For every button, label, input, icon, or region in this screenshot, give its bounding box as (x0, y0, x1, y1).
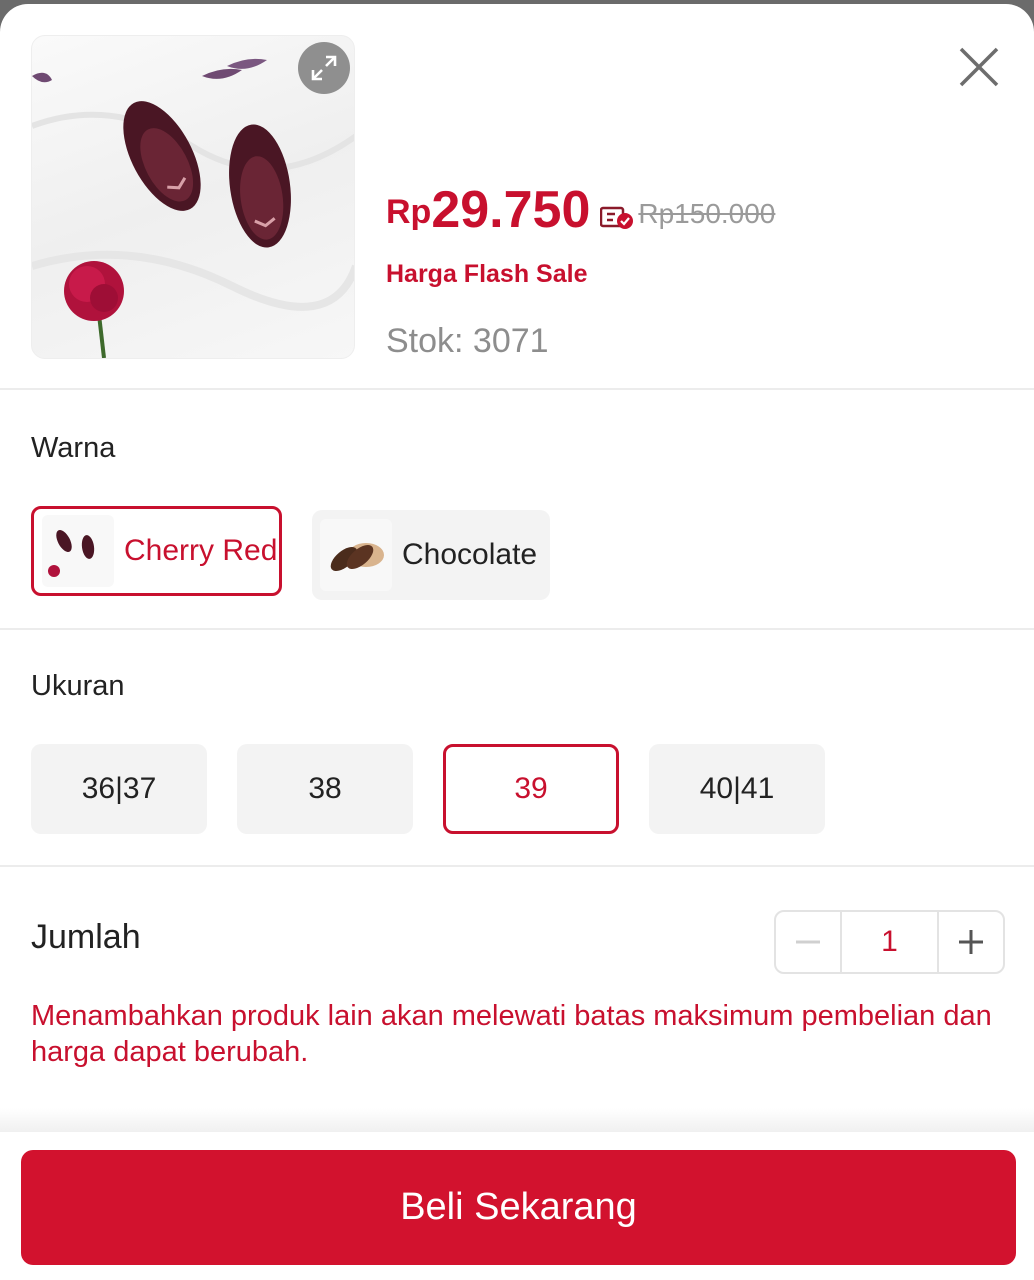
purchase-limit-warning: Menambahkan produk lain akan melewati ba… (31, 1000, 992, 1068)
quantity-title: Jumlah (31, 918, 141, 956)
size-option-label: 36|37 (81, 772, 157, 805)
expand-icon (311, 55, 337, 81)
size-option-38[interactable]: 38 (237, 744, 413, 834)
size-option-label: 40|41 (699, 772, 775, 805)
size-option-36-37[interactable]: 36|37 (31, 744, 207, 834)
close-button[interactable] (956, 44, 1002, 90)
cherry-red-thumbnail (42, 515, 114, 587)
size-option-39[interactable]: 39 (443, 744, 619, 834)
color-option-label: Chocolate (402, 538, 538, 571)
size-option-40-41[interactable]: 40|41 (649, 744, 825, 834)
voucher-check-icon (600, 206, 634, 229)
divider (0, 628, 1034, 630)
size-option-label: 38 (308, 772, 342, 805)
color-option-label: Cherry Red (124, 534, 278, 567)
price-row: Rp 29.750 Rp150.000 (386, 184, 775, 236)
price-currency: Rp (386, 193, 432, 231)
quantity-stepper: 1 (774, 910, 1005, 974)
size-option-label: 39 (514, 772, 548, 805)
quantity-value[interactable]: 1 (840, 912, 939, 972)
color-option-cherry-red[interactable]: Cherry Red (31, 506, 282, 596)
footer-shadow (0, 1108, 1034, 1132)
expand-image-button[interactable] (298, 42, 350, 94)
variant-bottom-sheet: Rp 29.750 Rp150.000 Harga Flash Sale Sto… (0, 4, 1034, 1280)
minus-icon (796, 940, 820, 944)
divider (0, 865, 1034, 867)
stock-count: Stok: 3071 (386, 322, 549, 360)
plus-icon (959, 930, 983, 954)
original-price: Rp150.000 (638, 198, 776, 229)
chocolate-thumbnail (320, 519, 392, 591)
decrement-button[interactable] (776, 912, 840, 972)
flash-sale-label: Harga Flash Sale (386, 260, 588, 288)
size-section-title: Ukuran (31, 670, 125, 702)
increment-button[interactable] (939, 912, 1003, 972)
divider (0, 388, 1034, 390)
color-section-title: Warna (31, 432, 116, 464)
flash-sale-price: 29.750 (431, 181, 591, 239)
close-icon (959, 47, 999, 87)
color-option-chocolate[interactable]: Chocolate (312, 510, 550, 600)
buy-now-button[interactable]: Beli Sekarang (21, 1150, 1016, 1265)
